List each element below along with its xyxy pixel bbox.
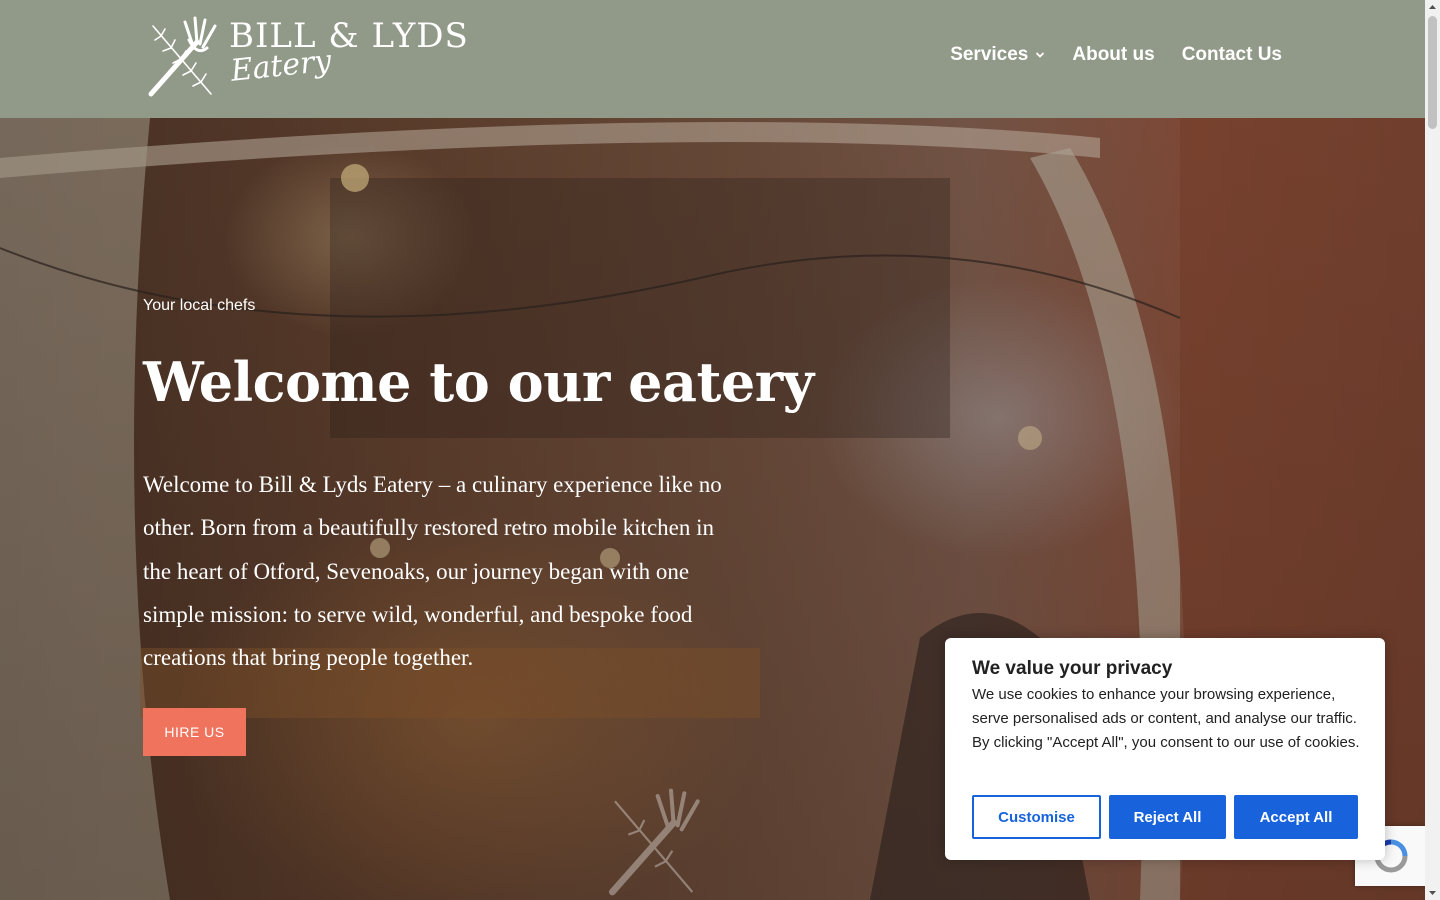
nav-services-label: Services [950,44,1029,65]
fork-rosemary-watermark-icon [609,788,700,896]
hero-title: Welcome to our eatery [143,350,814,414]
nav-about-us-label: About us [1072,44,1155,65]
hero-intro: Welcome to Bill & Lyds Eatery – a culina… [143,472,722,671]
chevron-down-icon [1036,52,1045,58]
nav-contact-us-label: Contact Us [1181,44,1282,65]
nav-about-us[interactable]: About us [1072,44,1154,66]
page-scrollbar[interactable] [1425,0,1440,900]
site-logo[interactable]: BILL & LYDS Eatery [145,14,468,104]
hire-us-button[interactable]: HIRE US [143,708,246,756]
cookie-actions: Customise Reject All Accept All [972,795,1358,839]
fork-rosemary-icon [148,16,217,97]
scrollbar-thumb[interactable] [1428,16,1437,129]
reject-all-button[interactable]: Reject All [1109,795,1226,839]
nav-contact-us[interactable]: Contact Us [1182,44,1282,66]
cookie-title: We value your privacy [972,658,1173,679]
nav-services[interactable]: Services [950,44,1045,66]
cookie-description: We use cookies to enhance your browsing … [972,686,1360,751]
scroll-up-arrow-icon[interactable] [1428,3,1437,12]
cookie-consent-banner: We value your privacy We use cookies to … [945,638,1385,860]
main-nav: Services About us Contact Us [950,44,1282,66]
scroll-down-arrow-icon[interactable] [1428,888,1437,897]
customise-button[interactable]: Customise [972,795,1101,839]
site-header: BILL & LYDS Eatery Services About us Con… [0,0,1425,118]
hero-eyebrow: Your local chefs [143,297,256,314]
accept-all-button[interactable]: Accept All [1234,795,1358,839]
